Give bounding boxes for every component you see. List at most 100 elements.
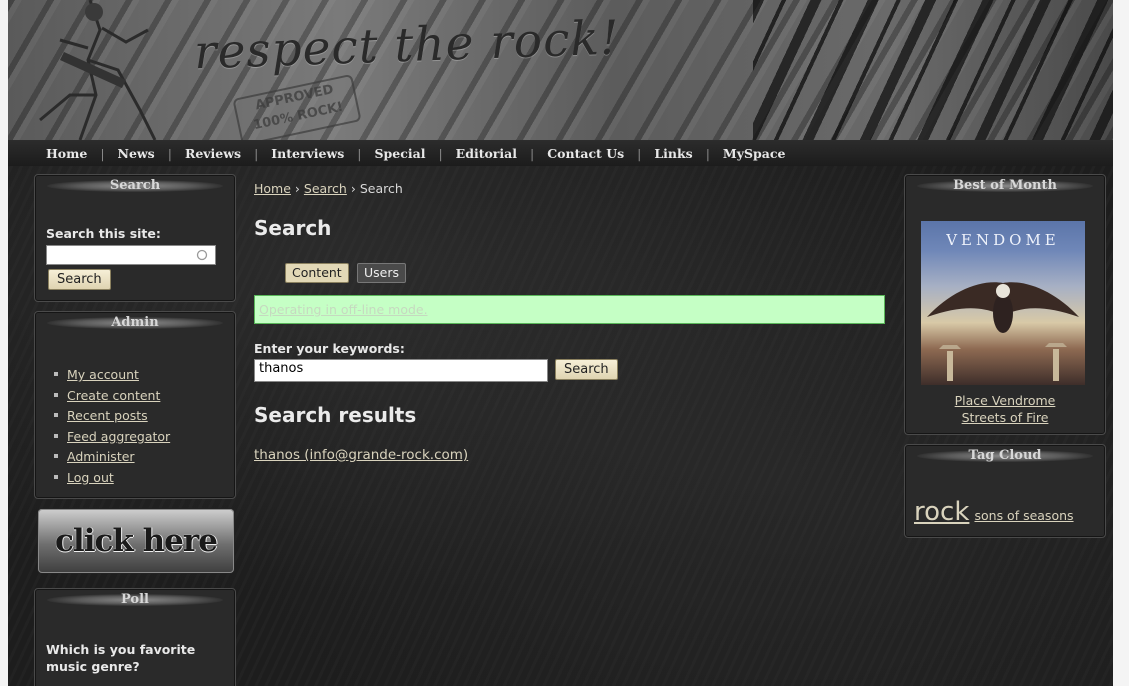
album-caption: Place Vendrome Streets of Fire (905, 392, 1105, 426)
search-result-link[interactable]: thanos (info@grande-rock.com) (254, 447, 468, 463)
nav-separator: | (100, 145, 105, 161)
admin-block-title-text: Admin (111, 315, 159, 330)
nav-separator: | (167, 145, 172, 161)
album-artist-link[interactable]: Place Vendrome (955, 393, 1056, 408)
bullet-icon (54, 474, 58, 479)
click-here-text: click here (55, 523, 218, 559)
bullet-icon (54, 392, 58, 397)
admin-link-recent-posts[interactable]: Recent posts (67, 408, 148, 423)
admin-link-administer[interactable]: Administer (67, 449, 135, 464)
search-block: Search Search this site: Search (34, 174, 236, 302)
nav-separator: | (254, 145, 259, 161)
approved-stamp: APPROVED 100% ROCK! (232, 73, 362, 140)
nav-item-editorial[interactable]: | Editorial (425, 146, 517, 161)
page: respect the rock! APPROVED 100% ROCK! Ho… (8, 0, 1113, 686)
best-of-month-title: Best of Month (905, 175, 1105, 197)
admin-link-my-account[interactable]: My account (67, 367, 139, 382)
tag-cloud-block: Tag Cloud rock sons of seasons (904, 444, 1106, 538)
breadcrumb-current: Search (359, 181, 403, 196)
offline-mode-link[interactable]: Operating in off-line mode. (259, 302, 428, 317)
nav-link-contact-us[interactable]: Contact Us (547, 146, 624, 161)
admin-menu-item[interactable]: Recent posts (52, 406, 170, 427)
poll-block: Poll Which is you favorite music genre? (34, 588, 236, 686)
search-field-circle-icon (196, 249, 208, 261)
search-block-title-text: Search (109, 178, 161, 193)
nav-item-links[interactable]: | Links (624, 146, 693, 161)
click-here-banner[interactable]: click here (38, 509, 234, 573)
nav-separator: | (705, 145, 710, 161)
breadcrumb-home-link[interactable]: Home (254, 181, 291, 196)
nav-separator: | (438, 145, 443, 161)
admin-menu-item[interactable]: Create content (52, 386, 170, 407)
primary-nav: Home | News | Reviews | Interviews | Special… (8, 140, 1113, 166)
tag-cloud-title: Tag Cloud (905, 445, 1105, 467)
nav-item-interviews[interactable]: | Interviews (241, 146, 344, 161)
keywords-input[interactable]: thanos (254, 359, 548, 382)
breadcrumb-separator: › (350, 181, 356, 196)
admin-link-log-out[interactable]: Log out (67, 470, 114, 485)
nav-link-interviews[interactable]: Interviews (271, 146, 344, 161)
nav-item-special[interactable]: | Special (344, 146, 425, 161)
nav-link-links[interactable]: Links (654, 146, 692, 161)
admin-menu-item[interactable]: My account (52, 365, 170, 386)
bullet-icon (54, 433, 58, 438)
nav-item-news[interactable]: | News (87, 146, 154, 161)
offline-status-message: Operating in off-line mode. (254, 295, 885, 324)
nav-link-news[interactable]: News (118, 146, 155, 161)
search-block-title: Search (35, 175, 235, 197)
nav-item-reviews[interactable]: | Reviews (155, 146, 241, 161)
admin-menu-item[interactable]: Feed aggregator (52, 427, 170, 448)
site-logo-tagline[interactable]: respect the rock! (193, 11, 620, 81)
keywords-label: Enter your keywords: (254, 341, 405, 356)
search-site-label: Search this site: (46, 226, 161, 241)
tag-link-rock[interactable]: rock (914, 497, 969, 527)
nav-item-contact-us[interactable]: | Contact Us (517, 146, 624, 161)
site-header: respect the rock! APPROVED 100% ROCK! (8, 0, 1113, 140)
tab-users[interactable]: Users (357, 263, 407, 283)
guitarist-illustration (39, 0, 157, 140)
search-results-heading: Search results (254, 403, 417, 427)
tab-content[interactable]: Content (285, 263, 349, 283)
admin-block-title: Admin (35, 312, 235, 334)
tag-cloud-title-text: Tag Cloud (968, 448, 1042, 463)
tag-link-sons-of-seasons[interactable]: sons of seasons (974, 508, 1073, 523)
best-of-month-block: Best of Month VENDOME Place Vendrome Str… (904, 174, 1106, 435)
search-submit-button[interactable]: Search (555, 359, 618, 380)
nav-separator: | (357, 145, 362, 161)
breadcrumb-separator: › (294, 181, 300, 196)
admin-link-create-content[interactable]: Create content (67, 388, 160, 403)
nav-link-home[interactable]: Home (46, 146, 87, 161)
album-title-link[interactable]: Streets of Fire (962, 410, 1049, 425)
breadcrumb-search-link[interactable]: Search (304, 181, 347, 196)
search-results-list: thanos (info@grande-rock.com) (254, 447, 468, 463)
best-of-month-title-text: Best of Month (953, 178, 1057, 193)
poll-block-title-text: Poll (121, 592, 149, 607)
admin-link-feed-aggregator[interactable]: Feed aggregator (67, 429, 170, 444)
eagle-artwork (927, 282, 1079, 381)
page-frame: respect the rock! APPROVED 100% ROCK! Ho… (0, 0, 1129, 686)
bullet-icon (54, 454, 58, 458)
site-search-button[interactable]: Search (48, 269, 111, 290)
tag-cloud-list: rock sons of seasons (914, 497, 1074, 527)
nav-link-editorial[interactable]: Editorial (456, 146, 517, 161)
nav-separator: | (637, 145, 642, 161)
poll-block-title: Poll (35, 589, 235, 611)
site-search-input[interactable] (46, 245, 216, 265)
page-title: Search (254, 216, 332, 240)
nav-link-myspace[interactable]: MySpace (723, 146, 786, 161)
admin-menu: My account Create content Recent posts F… (52, 365, 170, 488)
album-cover-image[interactable]: VENDOME (921, 221, 1085, 385)
header-texture (753, 0, 1113, 140)
nav-link-reviews[interactable]: Reviews (185, 146, 241, 161)
admin-menu-item[interactable]: Log out (52, 468, 170, 489)
nav-item-home[interactable]: Home (46, 146, 87, 161)
nav-item-myspace[interactable]: | MySpace (693, 146, 786, 161)
bullet-icon (54, 413, 58, 417)
admin-menu-item[interactable]: Administer (52, 447, 170, 468)
poll-question: Which is you favorite music genre? (46, 642, 196, 674)
nav-separator: | (529, 145, 535, 161)
nav-link-special[interactable]: Special (375, 146, 426, 161)
admin-block: Admin My account Create content Recent p… (34, 311, 236, 499)
bullet-icon (54, 372, 58, 376)
breadcrumb: Home › Search › Search (254, 181, 403, 196)
